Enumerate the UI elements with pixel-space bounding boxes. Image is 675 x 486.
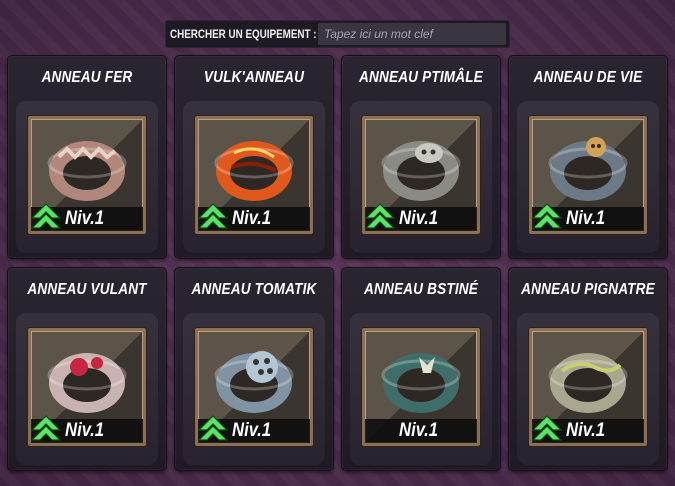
- level-text: Niv.1: [232, 420, 272, 441]
- equipment-name: ANNEAU DE VIE: [533, 69, 643, 86]
- equipment-card[interactable]: VULK'ANNEAU Niv.1: [174, 55, 334, 259]
- fleur-ring-icon: [381, 353, 461, 413]
- equipment-grid: ANNEAU FER Niv.1 VULK'ANNEAU Niv.1 ANNEA…: [7, 55, 668, 486]
- level-text: Niv.1: [65, 208, 105, 229]
- revolver-ring-icon: [214, 351, 294, 413]
- level-text: Niv.1: [399, 420, 439, 441]
- equipment-slot[interactable]: Niv.1: [362, 328, 480, 446]
- equipment-card[interactable]: ANNEAU PTIMÂLE Niv.1: [341, 55, 501, 259]
- level-up-icon: [532, 203, 562, 229]
- equipment-slot[interactable]: Niv.1: [529, 328, 647, 446]
- lava-ring-icon: [214, 141, 294, 201]
- equipment-name: ANNEAU VULANT: [27, 281, 147, 298]
- equipment-name: ANNEAU PIGNATRE: [521, 281, 655, 298]
- equipment-slot[interactable]: Niv.1: [28, 328, 146, 446]
- level-bar: Niv.1: [365, 419, 477, 443]
- skull-ring-icon: [381, 141, 461, 201]
- vine-ring-icon: [548, 353, 628, 413]
- level-text: Niv.1: [65, 420, 105, 441]
- equipment-slot[interactable]: Niv.1: [28, 116, 146, 234]
- life-ring-icon: [548, 137, 628, 201]
- equipment-card[interactable]: ANNEAU TOMATIK Niv.1: [174, 267, 334, 471]
- iron-ring-icon: [47, 141, 127, 201]
- level-up-icon: [31, 415, 61, 441]
- equipment-name: ANNEAU FER: [41, 69, 133, 86]
- search-bar: CHERCHER UN EQUIPEMENT :: [165, 20, 510, 48]
- search-label: CHERCHER UN EQUIPEMENT :: [170, 27, 317, 41]
- equipment-name: ANNEAU TOMATIK: [191, 281, 317, 298]
- level-up-icon: [532, 415, 562, 441]
- equipment-slot[interactable]: Niv.1: [529, 116, 647, 234]
- level-text: Niv.1: [232, 208, 272, 229]
- level-text: Niv.1: [399, 208, 439, 229]
- equipment-slot[interactable]: Niv.1: [362, 116, 480, 234]
- equipment-card[interactable]: ANNEAU BSTINÉ Niv.1: [341, 267, 501, 471]
- equipment-card[interactable]: ANNEAU VULANT Niv.1: [7, 267, 167, 471]
- equipment-card[interactable]: ANNEAU FER Niv.1: [7, 55, 167, 259]
- equipment-slot[interactable]: Niv.1: [195, 328, 313, 446]
- equipment-card[interactable]: ANNEAU DE VIE Niv.1: [508, 55, 668, 259]
- equipment-card[interactable]: ANNEAU PIGNATRE Niv.1: [508, 267, 668, 471]
- equipment-name: ANNEAU PTIMÂLE: [358, 69, 484, 86]
- equipment-name: ANNEAU BSTINÉ: [363, 281, 479, 298]
- level-up-icon: [365, 203, 395, 229]
- level-text: Niv.1: [566, 208, 606, 229]
- equipment-slot[interactable]: Niv.1: [195, 116, 313, 234]
- level-up-icon: [31, 203, 61, 229]
- level-text: Niv.1: [566, 420, 606, 441]
- gem-ring-icon: [47, 353, 127, 413]
- equipment-name: VULK'ANNEAU: [203, 69, 305, 86]
- level-up-icon: [198, 415, 228, 441]
- level-up-icon: [198, 203, 228, 229]
- search-input[interactable]: [318, 23, 506, 45]
